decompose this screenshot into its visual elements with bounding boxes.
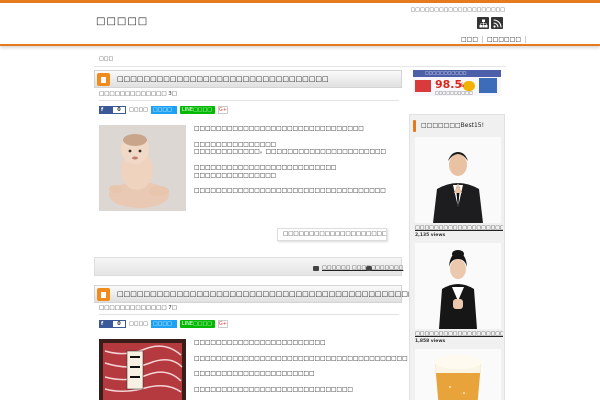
excerpt-line xyxy=(194,348,408,356)
page: □□□□□ □□□□□□□□□□□□□□□□□□□□ □□□ □□□□□□ □□… xyxy=(0,0,600,400)
comments-link[interactable]: □□□□□□ xyxy=(375,265,403,271)
ranking-widget: □□□□□□□Best15! □□□□□□□□□□□□□□□□□□□□□□□□□… xyxy=(409,114,505,400)
folder-icon xyxy=(313,265,319,271)
nav-item-home[interactable]: □□□ xyxy=(457,36,484,43)
facebook-like-count: 0 xyxy=(113,321,125,327)
sidebar-ad-banner[interactable]: □□□□□□□□□□□ 98.5 % □□□□□□□□□□ xyxy=(413,70,501,96)
site-title[interactable]: □□□□□ xyxy=(96,16,148,27)
post-date: □□□□□□□□□□□□□ 7□ xyxy=(99,305,177,311)
read-more-link[interactable]: □□□□□□□□□□□□□□□□□□□□□□□□□□□□□□□□□□□□□□□□… xyxy=(277,228,387,241)
divider xyxy=(99,100,399,101)
banner-brand: □□□□□□□□□□□ xyxy=(425,70,467,75)
post-thumbnail-beef[interactable] xyxy=(99,339,186,400)
site-tagline: □□□□□□□□□□□□□□□□□□□□ xyxy=(410,7,505,13)
banner-unit: % xyxy=(458,82,465,89)
excerpt-line: □□□□□□□□□□□□□□□□□□□□□□□□□□□□□□□□□□□□□□□ xyxy=(194,355,408,362)
post-excerpt: □□□□□□□□□□□□□□□□□□□□□□□□ □□□□□□□□□□□□□□□… xyxy=(194,340,408,395)
excerpt-line xyxy=(194,134,386,142)
post-thumbnail-baby[interactable] xyxy=(99,125,186,211)
site-header: □□□□□ □□□□□□□□□□□□□□□□□□□□ □□□ □□□□□□ xyxy=(0,0,600,46)
excerpt-line: □□□□□□□□□□□□□□□ xyxy=(194,172,277,179)
document-icon xyxy=(97,73,110,86)
breadcrumb[interactable]: □□□ xyxy=(99,56,113,62)
post-comments[interactable]: □□□□□□ xyxy=(366,265,403,271)
ranking-title: □□□□□□□Best15! xyxy=(421,122,485,129)
post-excerpt: □□□□□□□□□□□□□□□□□□□□□□□□□□□□□□□ □□□□□□□□… xyxy=(194,126,386,196)
header-icons xyxy=(477,17,503,29)
social-buttons: f0 □□□□ □□□□ LINE□□□□ G+ xyxy=(99,320,228,328)
post-title-bar: □□□□□□□□□□□□□□□□□□□□□□□□□□□□□□□□ xyxy=(94,70,402,88)
ranking-item-views: 2,135 views xyxy=(415,233,446,238)
divider xyxy=(99,314,399,315)
facebook-like-count: 0 xyxy=(113,107,125,113)
ranking-header: □□□□□□□Best15! xyxy=(410,119,504,133)
banner-text: □□□□□□□□□□ xyxy=(435,90,473,95)
facebook-like-button[interactable]: f0 xyxy=(99,106,126,114)
post-footer: □□□□□□ □□□□□ □□□□□□ xyxy=(94,257,403,276)
excerpt-line: □□□□□□□□□□□□。□□□□□□□□□□□□□□□□□□□□□□ xyxy=(194,149,387,156)
excerpt-line: □□□□□□□□□□□□□□□□□□□□□□□□□□□□□ xyxy=(194,386,353,393)
ranking-thumbnail[interactable] xyxy=(415,137,501,223)
comment-icon xyxy=(366,265,372,271)
nav-item-page[interactable]: □□□□□□ xyxy=(483,36,527,43)
excerpt-line xyxy=(194,157,386,165)
divider xyxy=(94,66,506,67)
google-plus-button[interactable]: G+ xyxy=(217,320,228,328)
ranking-item-title[interactable]: □□□□□□□□□□□□□□□□□□□□□□□□□□□□□□□□□□□□□□□□… xyxy=(415,331,503,337)
rss-icon[interactable] xyxy=(491,17,503,29)
global-nav: □□□ □□□□□□ xyxy=(457,36,527,43)
ranking-item-views: 1,858 views xyxy=(415,339,446,344)
document-icon xyxy=(97,288,110,301)
google-plus-button[interactable]: G+ xyxy=(217,106,228,114)
excerpt-line: □□□□□□□□□□□□□□□□□□□□□□□□ xyxy=(194,340,326,346)
facebook-like-label: □□□□ xyxy=(129,107,148,113)
excerpt-line: □□□□□□□□□□□□□□□□□□□□□□□□□□□□□□□ xyxy=(194,126,364,132)
excerpt-line xyxy=(194,181,386,189)
tweet-button[interactable]: □□□□ xyxy=(150,320,177,328)
ranking-item-title[interactable]: □□□□□□□□□□□□□□□□□□□□□□□□□□□□□□□□□□□□□□□□… xyxy=(415,225,503,231)
excerpt-line: □□□□□□□□□□□□□□□ xyxy=(194,141,277,148)
accent-bar xyxy=(413,120,416,132)
excerpt-line: □□□□□□□□□□□□□□□□□□□□□□□□□□□□□□□□□□□ xyxy=(194,188,386,195)
excerpt-line: □□□□□□□□□□□□□□□□□□□□□□□□□□ xyxy=(194,164,337,171)
ranking-thumbnail[interactable] xyxy=(415,349,501,400)
post-date: □□□□□□□□□□□□□ 3□ xyxy=(99,91,177,97)
ranking-thumbnail[interactable] xyxy=(415,243,501,329)
post-title-bar: □□□□□□□□□□□□□□□□□□□□□□□□□□□□□□□□□□□□□□□□… xyxy=(94,285,481,303)
excerpt-line: □□□□□□□□□□□□□□□□□□□□□□ xyxy=(194,371,315,378)
post-title-link[interactable]: □□□□□□□□□□□□□□□□□□□□□□□□□□□□□□□□ xyxy=(117,75,329,83)
excerpt-line xyxy=(194,379,408,387)
facebook-like-button[interactable]: f0 xyxy=(99,320,126,328)
line-share-button[interactable]: LINE□□□□ xyxy=(179,320,215,328)
social-buttons: f0 □□□□ □□□□ LINE□□□□ G+ xyxy=(99,106,228,114)
excerpt-line xyxy=(194,363,408,371)
sitemap-icon[interactable] xyxy=(477,17,489,29)
line-share-button[interactable]: LINE□□□□ xyxy=(179,106,215,114)
facebook-like-label: □□□□ xyxy=(129,321,148,327)
tweet-button[interactable]: □□□□ xyxy=(150,106,177,114)
